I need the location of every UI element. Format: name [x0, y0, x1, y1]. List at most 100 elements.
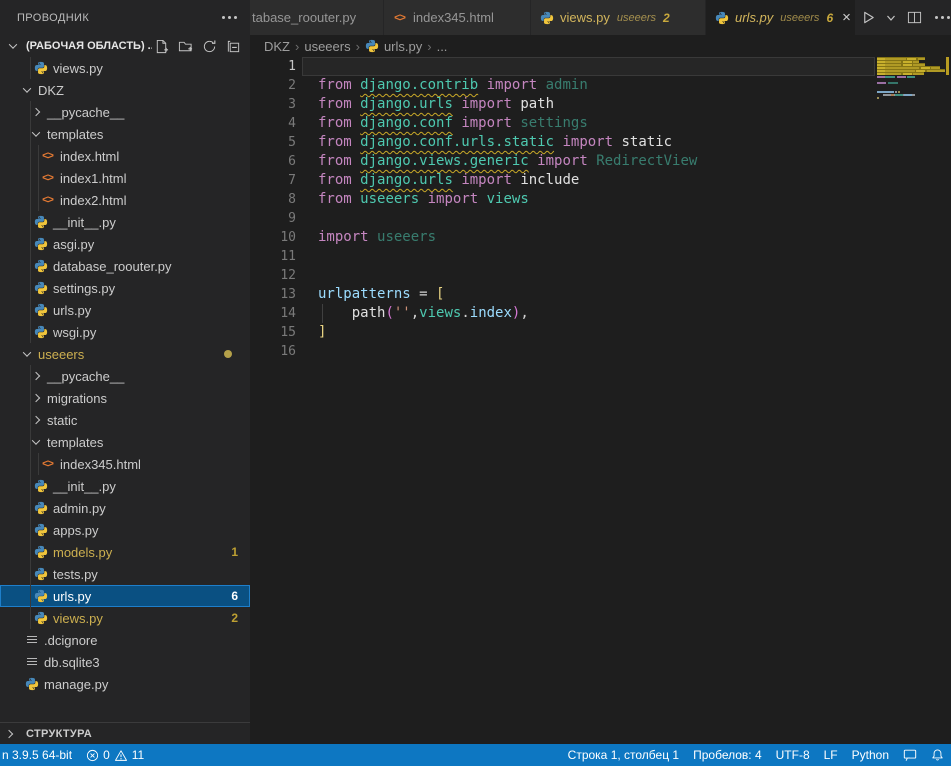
code-line-6[interactable]: 6from django.views.generic import Redire…	[250, 152, 951, 171]
tree-item-label: useeers	[38, 347, 84, 362]
code-line-10[interactable]: 10import useeers	[250, 228, 951, 247]
tab-title: tabase_roouter.py	[252, 10, 356, 25]
tree-item-models.py[interactable]: models.py1	[0, 541, 250, 563]
code-editor[interactable]: 12from django.contrib import admin3from …	[250, 57, 951, 744]
close-icon[interactable]: ×	[842, 10, 851, 25]
tree-item-__init__.py[interactable]: __init__.py	[0, 211, 250, 233]
breadcrumb-item-DKZ[interactable]: DKZ	[264, 39, 290, 54]
tree-item-index2.html[interactable]: <>index2.html	[0, 189, 250, 211]
tree-item-index.html[interactable]: <>index.html	[0, 145, 250, 167]
collapse-all-icon[interactable]	[224, 37, 242, 55]
python-icon	[33, 611, 48, 625]
code-line-15[interactable]: 15]	[250, 323, 951, 342]
tree-item-.dcignore[interactable]: .dcignore	[0, 629, 250, 651]
outline-section-header[interactable]: СТРУКТУРА	[0, 722, 250, 744]
code-line-7[interactable]: 7from django.urls import include	[250, 171, 951, 190]
tree-item-__pycache__[interactable]: __pycache__	[0, 101, 250, 123]
code-line-4[interactable]: 4from django.conf import settings	[250, 114, 951, 133]
tree-item-db.sqlite3[interactable]: db.sqlite3	[0, 651, 250, 673]
problems-badge: 6	[231, 589, 238, 603]
line-number: 1	[250, 57, 296, 76]
tree-item-templates[interactable]: templates	[0, 431, 250, 453]
code-line-8[interactable]: 8from useeers import views	[250, 190, 951, 209]
tree-item-urls.py[interactable]: urls.py6	[0, 585, 250, 607]
breadcrumb-separator: ›	[356, 39, 360, 54]
breadcrumb-item-useeers[interactable]: useeers	[304, 39, 350, 54]
status-text: LF	[824, 748, 838, 762]
code-line-12[interactable]: 12	[250, 266, 951, 285]
tree-item-label: wsgi.py	[53, 325, 96, 340]
tree-item-__pycache__[interactable]: __pycache__	[0, 365, 250, 387]
tree-item-index345.html[interactable]: <>index345.html	[0, 453, 250, 475]
status-indentation[interactable]: Пробелов: 4	[686, 744, 769, 766]
tree-item-admin.py[interactable]: admin.py	[0, 497, 250, 519]
tree-item-tests.py[interactable]: tests.py	[0, 563, 250, 585]
line-number: 15	[250, 323, 296, 342]
tree-item-__init__.py[interactable]: __init__.py	[0, 475, 250, 497]
tab-urls.py[interactable]: urls.pyuseeers6×	[706, 0, 856, 35]
status-problems[interactable]: 011	[79, 744, 151, 766]
tab-tabase_roouter.py[interactable]: tabase_roouter.py	[250, 0, 384, 35]
tree-item-DKZ[interactable]: DKZ	[0, 79, 250, 101]
tree-item-migrations[interactable]: migrations	[0, 387, 250, 409]
code-line-11[interactable]: 11	[250, 247, 951, 266]
minimap-line	[877, 81, 898, 84]
breadcrumb-label: useeers	[304, 39, 350, 54]
run-dropdown[interactable]	[884, 6, 898, 30]
breadcrumb-item-...[interactable]: ...	[437, 39, 448, 54]
tree-item-settings.py[interactable]: settings.py	[0, 277, 250, 299]
tree-item-manage.py[interactable]: manage.py	[0, 673, 250, 695]
more-actions-button[interactable]	[930, 6, 951, 30]
tree-item-label: migrations	[47, 391, 107, 406]
status-text: Пробелов: 4	[693, 748, 762, 762]
line-number: 14	[250, 304, 296, 323]
code-line-2[interactable]: 2from django.contrib import admin	[250, 76, 951, 95]
tree-item-apps.py[interactable]: apps.py	[0, 519, 250, 541]
run-button[interactable]	[856, 6, 880, 30]
tree-item-templates[interactable]: templates	[0, 123, 250, 145]
status-encoding[interactable]: UTF-8	[769, 744, 817, 766]
tree-item-static[interactable]: static	[0, 409, 250, 431]
code-line-3[interactable]: 3from django.urls import path	[250, 95, 951, 114]
tree-item-index1.html[interactable]: <>index1.html	[0, 167, 250, 189]
minimap[interactable]	[875, 57, 945, 744]
new-file-icon[interactable]	[152, 37, 170, 55]
tree-item-label: asgi.py	[53, 237, 94, 252]
workspace-section-header[interactable]: (РАБОЧАЯ ОБЛАСТЬ) ...	[0, 35, 250, 57]
status-eol[interactable]: LF	[817, 744, 845, 766]
tree-item-label: views.py	[53, 611, 103, 626]
python-icon	[33, 325, 48, 339]
new-folder-icon[interactable]	[176, 37, 194, 55]
split-editor-button[interactable]	[902, 6, 926, 30]
breadcrumb-item-urls.py[interactable]: urls.py	[365, 39, 422, 54]
status-feedback[interactable]	[896, 744, 924, 766]
code-line-16[interactable]: 16	[250, 342, 951, 361]
tree-item-views.py[interactable]: views.py	[0, 57, 250, 79]
more-actions-icon[interactable]	[220, 11, 238, 25]
status-notifications[interactable]	[924, 744, 951, 766]
tree-item-label: __init__.py	[53, 215, 116, 230]
status-python-interpreter[interactable]: n 3.9.5 64-bit	[0, 744, 79, 766]
tree-item-views.py[interactable]: views.py2	[0, 607, 250, 629]
chevron-down-icon	[32, 436, 40, 444]
code-line-14[interactable]: 14 path('',views.index),	[250, 304, 951, 323]
status-cursor-position[interactable]: Строка 1, столбец 1	[561, 744, 686, 766]
tab-index345.html[interactable]: <>index345.html	[384, 0, 531, 35]
overview-ruler[interactable]	[945, 57, 951, 744]
tree-item-label: .dcignore	[44, 633, 97, 648]
tree-item-urls.py[interactable]: urls.py	[0, 299, 250, 321]
tab-views.py[interactable]: views.pyuseeers2	[531, 0, 706, 35]
tree-item-useeers[interactable]: useeers	[0, 343, 250, 365]
tree-item-label: tests.py	[53, 567, 98, 582]
code-line-13[interactable]: 13urlpatterns = [	[250, 285, 951, 304]
chevron-right-icon	[5, 729, 13, 737]
tree-item-asgi.py[interactable]: asgi.py	[0, 233, 250, 255]
html-icon: <>	[40, 150, 55, 162]
code-line-9[interactable]: 9	[250, 209, 951, 228]
tree-item-wsgi.py[interactable]: wsgi.py	[0, 321, 250, 343]
code-line-5[interactable]: 5from django.conf.urls.static import sta…	[250, 133, 951, 152]
status-language-mode[interactable]: Python	[845, 744, 896, 766]
tree-item-database_roouter.py[interactable]: database_roouter.py	[0, 255, 250, 277]
refresh-icon[interactable]	[200, 37, 218, 55]
code-line-1[interactable]: 1	[250, 57, 951, 76]
